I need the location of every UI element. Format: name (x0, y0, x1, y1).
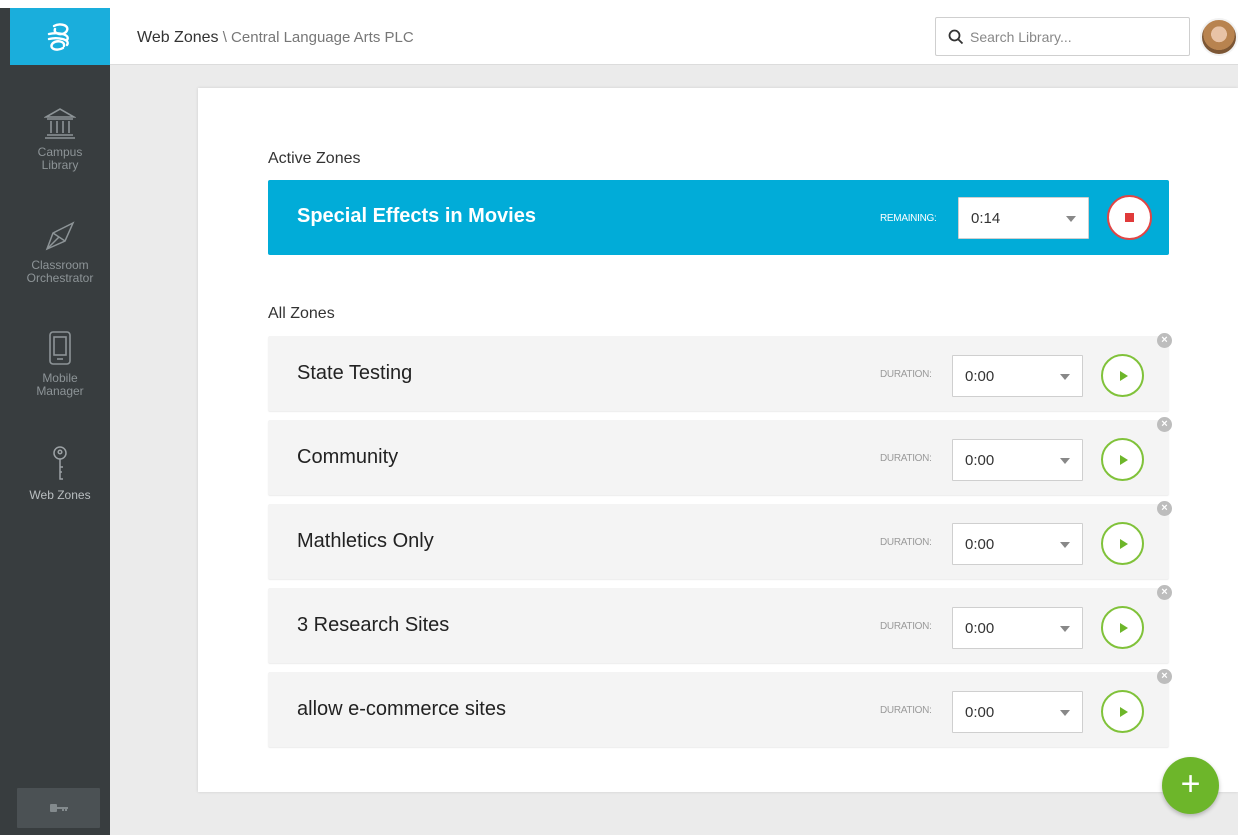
remaining-select[interactable]: 0:14 (958, 197, 1089, 239)
sidebar-item-label: Mobile Manager (36, 371, 84, 398)
active-zone-row: Special Effects in Movies REMAINING: 0:1… (268, 180, 1169, 255)
zone-row: 3 Research Sites DURATION: 0:00 × (268, 585, 1172, 663)
remove-zone-button[interactable]: × (1157, 585, 1172, 600)
remove-zone-button[interactable]: × (1157, 417, 1172, 432)
select-value: 0:00 (965, 452, 995, 469)
chevron-down-icon (1060, 710, 1070, 716)
zone-row: allow e-commerce sites DURATION: 0:00 × (268, 669, 1172, 747)
chevron-down-icon (1066, 216, 1076, 222)
sidebar-item-label: Campus Library (37, 145, 83, 172)
remaining-label: REMAINING: (880, 213, 937, 224)
top-strip (0, 0, 1238, 8)
play-button[interactable] (1101, 522, 1144, 565)
chevron-down-icon (1060, 458, 1070, 464)
remove-zone-button[interactable]: × (1157, 669, 1172, 684)
play-icon (1120, 622, 1128, 633)
zone-row: State Testing DURATION: 0:00 × (268, 333, 1172, 411)
duration-label: DURATION: (880, 621, 932, 632)
play-button[interactable] (1101, 690, 1144, 733)
app-logo[interactable] (10, 8, 110, 65)
breadcrumb-section[interactable]: Web Zones (137, 29, 219, 46)
duration-select[interactable]: 0:00 (952, 355, 1083, 397)
chevron-down-icon (1060, 374, 1070, 380)
play-icon (1120, 706, 1128, 717)
breadcrumb-organization: Central Language Arts PLC (231, 29, 414, 46)
select-value: 0:00 (965, 536, 995, 553)
key-horizontal-icon (49, 804, 68, 812)
stop-icon (1125, 213, 1134, 222)
duration-select[interactable]: 0:00 (952, 691, 1083, 733)
zone-name: Community (297, 446, 399, 468)
select-value: 0:14 (971, 210, 1001, 227)
avatar[interactable] (1200, 18, 1238, 56)
logout-button[interactable] (17, 788, 100, 828)
zone-name: allow e-commerce sites (297, 698, 506, 720)
active-zones-title: Active Zones (268, 150, 361, 167)
library-icon (44, 108, 76, 139)
play-button[interactable] (1101, 438, 1144, 481)
chevron-down-icon (1060, 626, 1070, 632)
sidebar-item-mobile-manager[interactable]: Mobile Manager (10, 326, 110, 398)
duration-label: DURATION: (880, 369, 932, 380)
zone-name: Mathletics Only (297, 530, 434, 552)
main-card: Active Zones Special Effects in Movies R… (198, 88, 1238, 792)
play-icon (1120, 538, 1128, 549)
all-zones-title: All Zones (268, 305, 335, 322)
play-icon (1120, 370, 1128, 381)
search-icon (948, 29, 964, 44)
breadcrumb: Web Zones \ Central Language Arts PLC (137, 29, 414, 47)
breadcrumb-separator: \ (218, 29, 232, 46)
remove-zone-button[interactable]: × (1157, 501, 1172, 516)
search-box[interactable] (935, 17, 1190, 56)
header: Web Zones \ Central Language Arts PLC (110, 8, 1238, 65)
sidebar-item-classroom-orchestrator[interactable]: Classroom Orchestrator (10, 213, 110, 285)
chevron-down-icon (1060, 542, 1070, 548)
zone-name: Special Effects in Movies (297, 205, 536, 227)
logo-icon (47, 22, 69, 51)
sidebar-item-web-zones[interactable]: Web Zones (10, 443, 110, 502)
duration-select[interactable]: 0:00 (952, 523, 1083, 565)
select-value: 0:00 (965, 620, 995, 637)
play-button[interactable] (1101, 606, 1144, 649)
sidebar-item-label: Web Zones (29, 488, 91, 502)
zone-row: Community DURATION: 0:00 × (268, 417, 1172, 495)
duration-label: DURATION: (880, 453, 932, 464)
sidebar-item-campus-library[interactable]: Campus Library (10, 100, 110, 172)
duration-select[interactable]: 0:00 (952, 439, 1083, 481)
zone-name: State Testing (297, 362, 413, 384)
sidebar: Campus Library Classroom Orchestrator Mo… (0, 8, 110, 835)
select-value: 0:00 (965, 704, 995, 721)
play-icon (1120, 454, 1128, 465)
play-button[interactable] (1101, 354, 1144, 397)
select-value: 0:00 (965, 368, 995, 385)
duration-label: DURATION: (880, 537, 932, 548)
stop-button[interactable] (1107, 195, 1152, 240)
search-input[interactable] (970, 28, 1170, 45)
add-zone-button[interactable]: + (1162, 757, 1219, 814)
tablet-icon (49, 331, 71, 365)
sidebar-item-label: Classroom Orchestrator (26, 258, 94, 285)
duration-select[interactable]: 0:00 (952, 607, 1083, 649)
remove-zone-button[interactable]: × (1157, 333, 1172, 348)
orchestrator-icon (45, 221, 75, 251)
zone-row: Mathletics Only DURATION: 0:00 × (268, 501, 1172, 579)
zone-name: 3 Research Sites (297, 614, 450, 636)
duration-label: DURATION: (880, 705, 932, 716)
key-icon (53, 446, 67, 480)
